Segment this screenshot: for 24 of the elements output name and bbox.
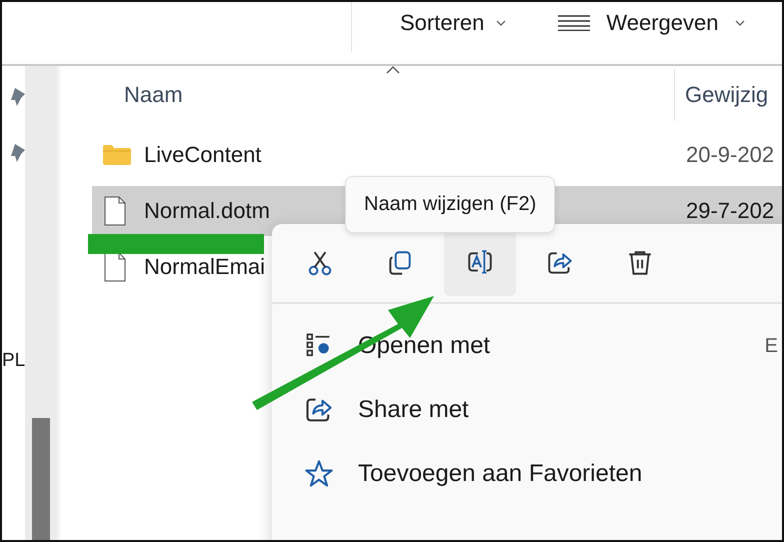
column-header[interactable]: Gewijzig [674,69,768,121]
file-name: Normal.dotm [144,198,270,224]
rename-button[interactable] [444,230,516,296]
column-header[interactable]: Naam [92,82,674,108]
scrollbar-thumb[interactable] [32,418,50,540]
trash-icon [626,249,654,277]
menu-item[interactable]: Share met [272,378,782,442]
chevron-down-icon [496,20,506,26]
view-button[interactable]: Weergeven [552,8,750,38]
scissors-icon [306,249,334,277]
sort-button[interactable]: Sorteren [394,8,512,38]
file-name: LiveContent [144,142,262,168]
sort-caret-icon [386,66,400,74]
folder-icon [102,144,132,166]
menu-item[interactable]: Toevoegen aan Favorieten [272,442,782,506]
sidebar-label[interactable]: PL [2,350,26,372]
modified-date: 29-7-202 [685,198,774,224]
modified-date: 20-9-202 [685,142,774,168]
file-row[interactable]: NormalEmai [92,242,782,292]
chevron-down-icon [734,20,744,26]
file-name: NormalEmai [144,254,266,280]
star-icon [304,459,334,489]
tooltip: Naam wijzigen (F2) [345,176,556,233]
lines-icon [558,15,590,31]
